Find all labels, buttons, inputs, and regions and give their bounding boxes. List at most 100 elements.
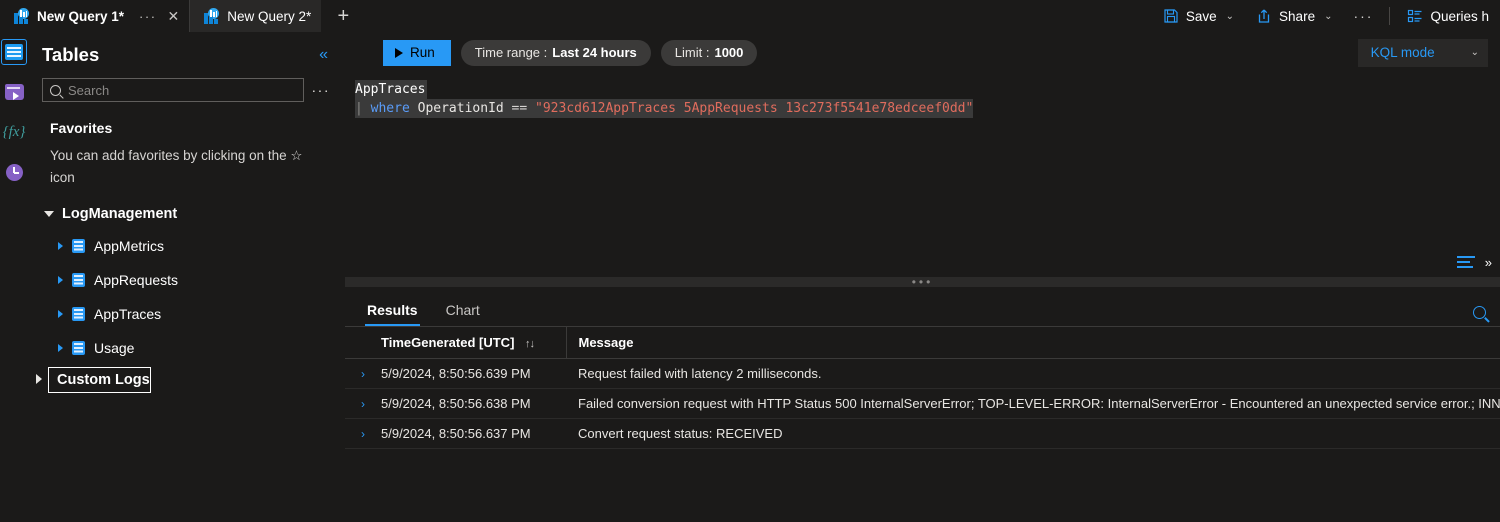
tables-overflow-icon[interactable]: ··· (312, 82, 331, 98)
time-range-label: Time range : (474, 45, 548, 60)
chevron-down-icon: ⌄ (1470, 47, 1479, 58)
table-row[interactable]: › 5/9/2024, 8:50:56.639 PM Request faile… (345, 358, 1500, 389)
expand-column-header (345, 326, 381, 359)
table-label: AppRequests (94, 272, 179, 288)
save-label: Save (1185, 8, 1217, 24)
tables-rail-icon[interactable] (1, 39, 27, 65)
group-logmanagement[interactable]: LogManagement (28, 199, 344, 229)
table-icon (72, 273, 85, 287)
results-panel: Results Chart TimeGenerated [UTC] ↑↓ Mes… (345, 286, 1500, 522)
chevron-right-icon[interactable]: › (345, 367, 365, 381)
column-header-message[interactable]: Message (565, 326, 1500, 359)
history-rail-icon[interactable] (2, 160, 26, 184)
expand-row-cell[interactable]: › (345, 418, 381, 449)
format-query-icon[interactable] (1456, 255, 1475, 269)
share-button[interactable]: Share ⌄ (1245, 0, 1343, 32)
chevron-right-icon[interactable] (58, 344, 63, 352)
time-range-value: Last 24 hours (552, 45, 637, 60)
string-literal: "923cd612AppTraces 5AppRequests 13c273f5… (535, 101, 974, 116)
table-item-appmetrics[interactable]: AppMetrics (28, 229, 344, 263)
search-input[interactable] (68, 82, 296, 98)
cell-timegenerated: 5/9/2024, 8:50:56.637 PM (381, 418, 566, 449)
cell-message: Request failed with latency 2 millisecon… (566, 358, 1500, 389)
table-header-row: TimeGenerated [UTC] ↑↓ Message (345, 326, 1500, 359)
play-icon (395, 47, 403, 58)
close-icon[interactable]: ✕ (168, 9, 180, 23)
query-editor[interactable]: AppTraces | where OperationId == "923cd6… (345, 74, 1500, 276)
table-label: Usage (94, 340, 135, 356)
app-insights-icon (14, 8, 30, 24)
tab-bar: New Query 1* ··· ✕ New Query 2* + Save ⌄… (0, 0, 1500, 32)
query-code[interactable]: AppTraces | where OperationId == "923cd6… (345, 80, 1500, 118)
share-label: Share (1279, 8, 1316, 24)
query-mode-select[interactable]: KQL mode ⌄ (1357, 38, 1488, 67)
tab-label: New Query 1* (37, 8, 125, 24)
time-range-picker[interactable]: Time range : Last 24 hours (460, 39, 651, 66)
table-item-apprequests[interactable]: AppRequests (28, 263, 344, 297)
table-row[interactable]: › 5/9/2024, 8:50:56.637 PM Convert reque… (345, 418, 1500, 449)
run-label: Run (410, 45, 435, 60)
expand-row-cell[interactable]: › (345, 388, 381, 419)
limit-picker[interactable]: Limit : 1000 (660, 39, 758, 66)
search-box[interactable] (42, 78, 304, 102)
app-body: {fx} Tables « ··· Favorites You can add … (0, 32, 1500, 522)
operator-token: == (511, 101, 528, 116)
group-custom-logs-row: Custom Logs (28, 365, 344, 393)
tab-label: New Query 2* (227, 8, 312, 24)
chevron-right-icon[interactable] (58, 276, 63, 284)
group-label: LogManagement (62, 206, 178, 222)
app-insights-icon (204, 8, 220, 24)
expand-row-cell[interactable]: › (345, 358, 381, 389)
chevron-right-icon[interactable]: › (345, 397, 365, 411)
tab-new-query-2[interactable]: New Query 2* (189, 0, 322, 32)
collapse-editor-icon[interactable]: » (1485, 255, 1492, 270)
column-header-timegenerated[interactable]: TimeGenerated [UTC] ↑↓ (381, 326, 566, 359)
new-tab-button[interactable]: + (321, 0, 365, 32)
cell-message: Failed conversion request with HTTP Stat… (566, 388, 1500, 419)
queries-rail-icon[interactable] (2, 80, 26, 104)
chevron-right-icon[interactable] (58, 242, 63, 250)
table-row[interactable]: › 5/9/2024, 8:50:56.638 PM Failed conver… (345, 388, 1500, 419)
table-item-apptraces[interactable]: AppTraces (28, 297, 344, 331)
results-table: TimeGenerated [UTC] ↑↓ Message › 5/9/202… (345, 326, 1500, 449)
tab-results[interactable]: Results (355, 302, 430, 326)
cell-timegenerated: 5/9/2024, 8:50:56.639 PM (381, 358, 566, 389)
tables-panel: Tables « ··· Favorites You can add favor… (28, 32, 345, 522)
query-toolbar: Run Time range : Last 24 hours Limit : 1… (345, 32, 1500, 74)
top-command-bar: Save ⌄ Share ⌄ ··· Queries h (1152, 0, 1500, 32)
more-commands-button[interactable]: ··· (1343, 8, 1383, 24)
results-search-button[interactable] (1473, 305, 1486, 319)
tables-panel-header: Tables « (28, 44, 344, 66)
tab-chart[interactable]: Chart (434, 302, 492, 326)
editor-results-splitter[interactable]: ••• (345, 275, 1500, 288)
chevron-right-icon[interactable] (36, 374, 42, 384)
chevron-right-icon[interactable]: › (345, 427, 365, 441)
table-icon (72, 239, 85, 253)
tab-overflow-icon[interactable]: ··· (139, 9, 157, 24)
group-custom-logs[interactable]: Custom Logs (48, 367, 151, 393)
save-button[interactable]: Save ⌄ (1152, 0, 1245, 32)
chevron-down-icon[interactable]: ⌄ (1226, 11, 1234, 22)
queries-hub-label: Queries h (1430, 8, 1489, 24)
left-rail: {fx} (0, 32, 28, 522)
functions-rail-icon[interactable]: {fx} (2, 120, 26, 144)
column-header-label: TimeGenerated [UTC] (381, 334, 515, 350)
main-area: Run Time range : Last 24 hours Limit : 1… (345, 32, 1500, 522)
group-label: Custom Logs (57, 372, 150, 388)
table-item-usage[interactable]: Usage (28, 331, 344, 365)
cell-message: Convert request status: RECEIVED (566, 418, 1500, 449)
divider (1389, 7, 1391, 25)
chevron-down-icon[interactable]: ⌄ (1324, 11, 1332, 22)
cell-timegenerated: 5/9/2024, 8:50:56.638 PM (381, 388, 566, 419)
table-label: AppTraces (94, 306, 162, 322)
queries-hub-button[interactable]: Queries h (1396, 0, 1500, 32)
sort-icon[interactable]: ↑↓ (525, 338, 535, 350)
run-button[interactable]: Run (383, 39, 451, 66)
pipe-token: | (355, 101, 363, 116)
table-icon (72, 341, 85, 355)
limit-value: 1000 (714, 45, 744, 60)
query-line-1: AppTraces (355, 80, 428, 99)
tab-new-query-1[interactable]: New Query 1* ··· ✕ (0, 0, 190, 32)
chevron-right-icon[interactable] (58, 310, 63, 318)
collapse-panel-icon[interactable]: « (319, 46, 330, 64)
